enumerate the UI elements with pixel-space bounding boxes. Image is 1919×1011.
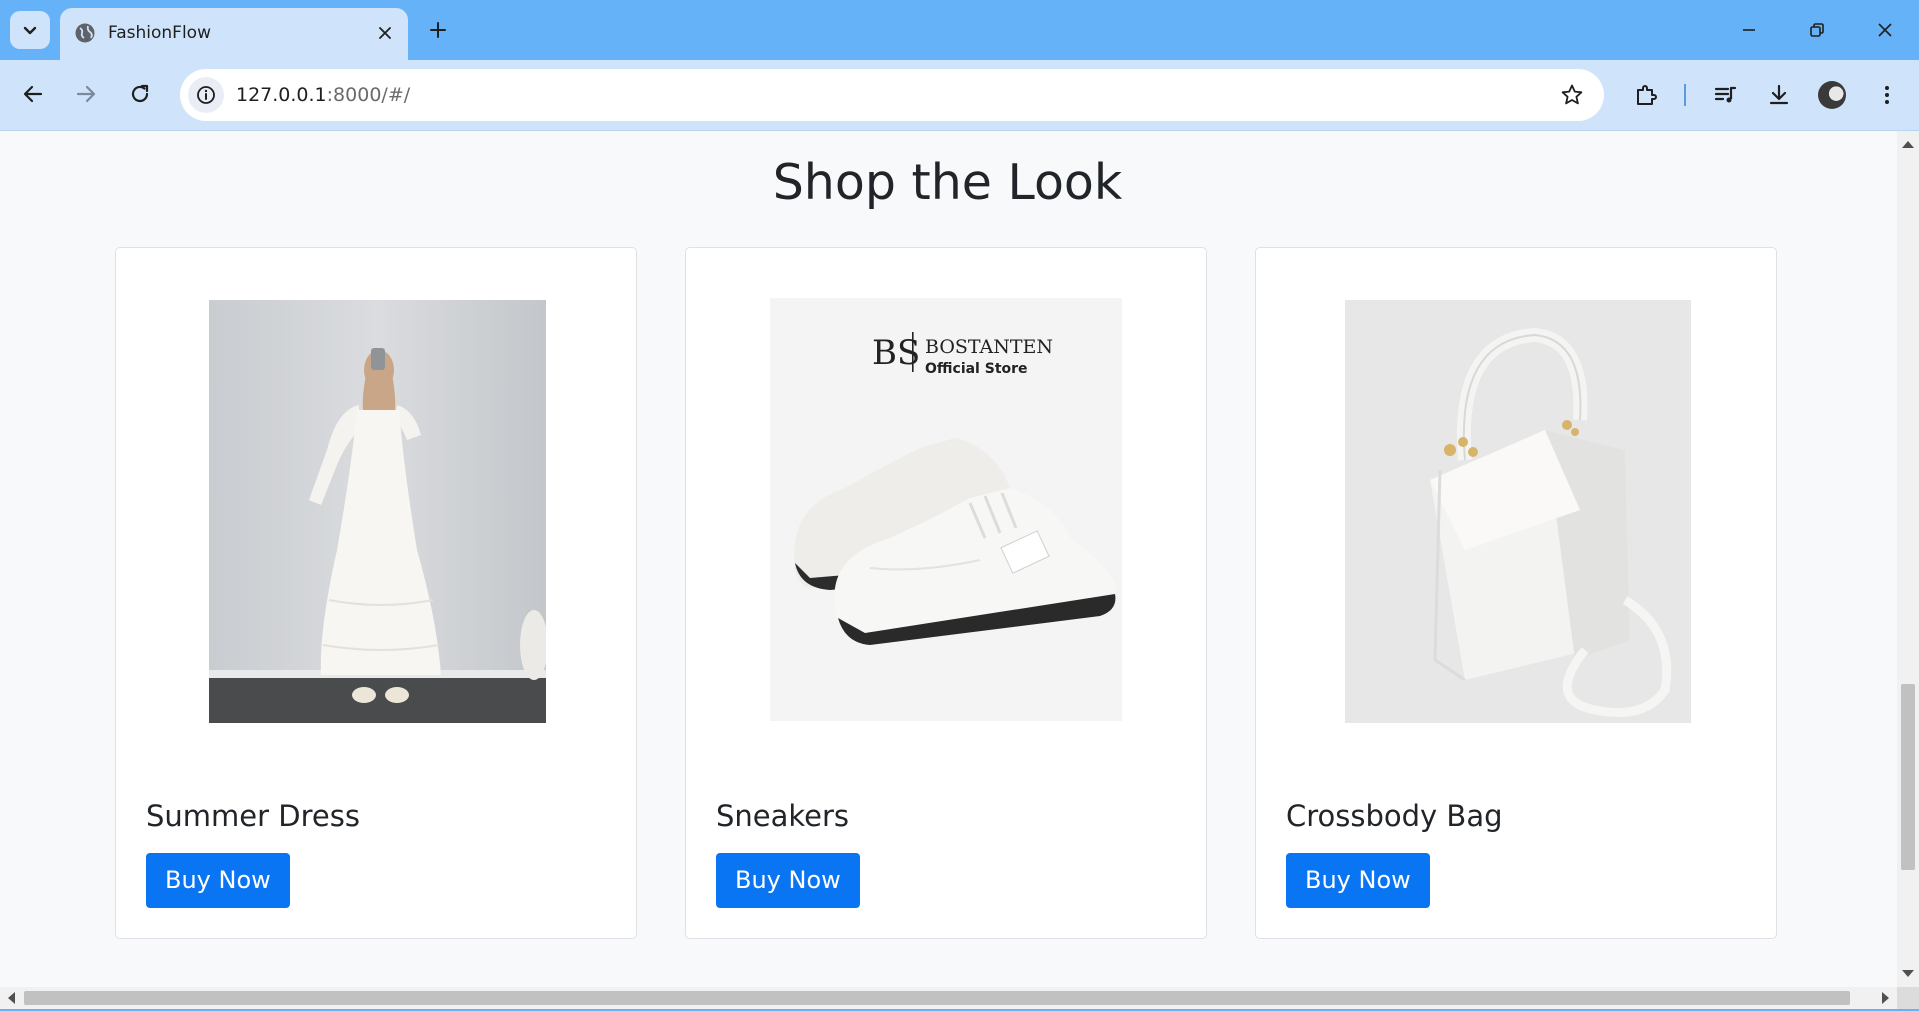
scroll-down-arrow-icon[interactable] <box>1902 970 1914 977</box>
browser-menu-button[interactable] <box>1867 75 1907 115</box>
tab-close-button[interactable] <box>372 20 398 46</box>
buy-now-button-sneakers[interactable]: Buy Now <box>716 853 860 908</box>
horizontal-scrollbar[interactable] <box>0 987 1897 1009</box>
download-icon <box>1769 84 1789 105</box>
scroll-left-arrow-icon[interactable] <box>8 992 15 1004</box>
scroll-up-arrow-icon[interactable] <box>1902 141 1914 148</box>
puzzle-icon <box>1637 85 1657 105</box>
sneakers-image: BS BOSTANTEN Official Store <box>770 298 1122 721</box>
close-icon <box>1878 23 1892 37</box>
url-path: :8000/#/ <box>326 84 411 106</box>
section-title: Shop the Look <box>772 154 1123 211</box>
product-name: Summer Dress <box>146 799 360 833</box>
forward-button[interactable] <box>66 74 106 114</box>
arrow-right-icon <box>76 85 96 103</box>
restore-button[interactable] <box>1789 8 1845 52</box>
summer-dress-image <box>209 300 546 723</box>
site-info-button[interactable] <box>188 77 224 113</box>
tab-title: FashionFlow <box>108 23 211 43</box>
playlist-icon <box>1714 86 1737 103</box>
product-card-sneakers: BS BOSTANTEN Official Store Sneakers Buy… <box>685 247 1207 939</box>
back-button[interactable] <box>13 74 53 114</box>
minimize-icon <box>1743 29 1755 31</box>
minimize-button[interactable] <box>1721 8 1777 52</box>
plus-icon <box>430 22 446 38</box>
address-bar[interactable]: 127.0.0.1:8000/#/ <box>180 69 1604 121</box>
close-window-button[interactable] <box>1857 8 1913 52</box>
brand-sub-text: Official Store <box>925 361 1028 377</box>
vertical-scroll-thumb[interactable] <box>1901 684 1915 870</box>
reload-icon <box>131 84 149 103</box>
star-icon <box>1561 84 1583 105</box>
dress-photo <box>209 300 546 723</box>
globe-icon <box>75 23 95 43</box>
brand-logo: BS BOSTANTEN Official Store <box>872 332 1053 377</box>
arrow-left-icon <box>23 85 43 103</box>
scroll-right-arrow-icon[interactable] <box>1882 992 1889 1004</box>
bookmark-button[interactable] <box>1556 79 1588 111</box>
reload-button[interactable] <box>120 74 160 114</box>
profile-avatar[interactable] <box>1818 81 1846 109</box>
bag-photo <box>1345 300 1691 723</box>
product-card-crossbody-bag: Crossbody Bag Buy Now <box>1255 247 1777 939</box>
buy-now-button-summer-dress[interactable]: Buy Now <box>146 853 290 908</box>
extensions-button[interactable] <box>1626 75 1666 115</box>
downloads-button[interactable] <box>1759 75 1799 115</box>
chevron-down-icon <box>23 26 37 35</box>
more-vertical-icon <box>1885 86 1889 104</box>
active-tab[interactable]: FashionFlow <box>60 8 408 60</box>
product-name: Sneakers <box>716 799 850 833</box>
scrollbar-corner <box>1897 987 1919 1009</box>
sneakers-photo: BS BOSTANTEN Official Store <box>770 298 1122 721</box>
browser-toolbar: 127.0.0.1:8000/#/ <box>0 60 1919 131</box>
toolbar-separator <box>1684 84 1686 106</box>
new-tab-button[interactable] <box>422 14 454 46</box>
url-text[interactable]: 127.0.0.1:8000/#/ <box>236 83 410 107</box>
crossbody-bag-image <box>1345 300 1691 723</box>
info-icon <box>197 86 215 104</box>
horizontal-scroll-thumb[interactable] <box>24 991 1850 1005</box>
buy-now-button-crossbody-bag[interactable]: Buy Now <box>1286 853 1430 908</box>
tab-strip: FashionFlow <box>0 0 1919 60</box>
tab-search-button[interactable] <box>10 11 50 49</box>
url-host: 127.0.0.1 <box>236 84 327 106</box>
product-card-summer-dress: Summer Dress Buy Now <box>115 247 637 939</box>
brand-name-text: BOSTANTEN <box>925 336 1053 358</box>
restore-icon <box>1810 23 1824 37</box>
product-name: Crossbody Bag <box>1286 799 1503 833</box>
page-viewport: Shop the Look Summer Dress Buy Now BS BO… <box>0 131 1897 987</box>
close-icon <box>379 27 391 39</box>
vertical-scrollbar[interactable] <box>1897 131 1919 987</box>
media-controls-button[interactable] <box>1705 75 1745 115</box>
